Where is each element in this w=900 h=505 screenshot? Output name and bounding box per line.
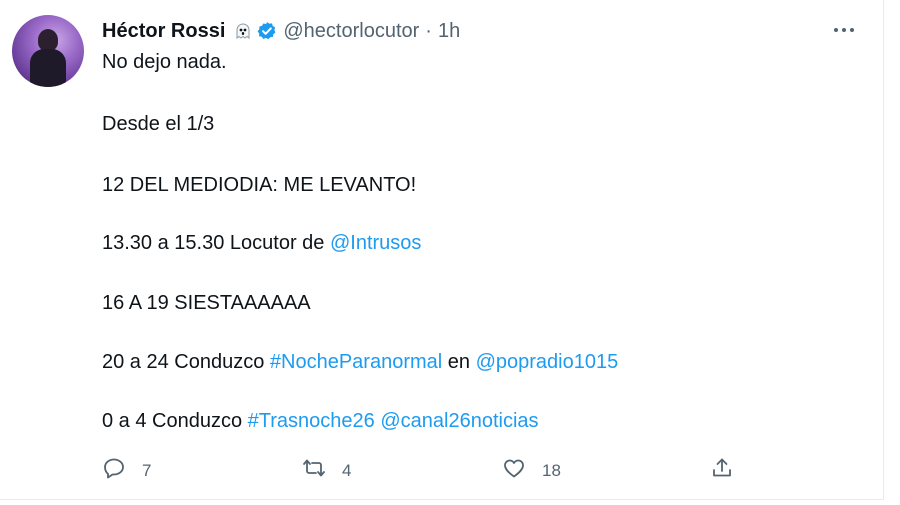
tweet-header: Héctor Rossi @hectorlocutor · 1h (102, 18, 460, 44)
mention-link[interactable]: @canal26noticias (380, 410, 538, 432)
line-text: 20 a 24 Conduzco (102, 351, 270, 373)
tweet-line-4: 13.30 a 15.30 Locutor de @Intrusos (102, 233, 421, 253)
avatar[interactable] (12, 15, 84, 87)
reply-button[interactable]: 7 (102, 456, 151, 485)
tweet-line-7: 0 a 4 Conduzco #Trasnoche26 @canal26noti… (102, 411, 539, 431)
tweet-line-1: No dejo nada. (102, 51, 227, 73)
like-icon (502, 456, 526, 485)
tweet-line-3: 12 DEL MEDIODIA: ME LEVANTO! (102, 174, 417, 196)
line-text: 0 a 4 Conduzco (102, 410, 248, 432)
more-dots-icon[interactable] (830, 22, 858, 38)
author-name[interactable]: Héctor Rossi (102, 20, 225, 43)
share-icon (710, 456, 734, 485)
line-text: en (442, 351, 476, 373)
avatar-body (30, 49, 66, 87)
share-button[interactable] (710, 456, 734, 485)
ghost-icon (233, 21, 253, 41)
mention-link[interactable]: @popradio1015 (476, 351, 619, 373)
hashtag-link[interactable]: #Trasnoche26 (248, 410, 375, 432)
like-count: 18 (542, 460, 561, 480)
avatar-head (38, 29, 58, 51)
retweet-count: 4 (342, 460, 352, 480)
retweet-button[interactable]: 4 (302, 456, 351, 485)
hashtag-link[interactable]: #NocheParanormal (270, 351, 442, 373)
mention-link[interactable]: @Intrusos (330, 232, 421, 254)
tweet-line-6: 20 a 24 Conduzco #NocheParanormal en @po… (102, 352, 618, 372)
verified-badge-icon (257, 21, 277, 41)
reply-icon (102, 456, 126, 485)
line-text: 13.30 a 15.30 Locutor de (102, 232, 330, 254)
reply-count: 7 (142, 460, 152, 480)
like-button[interactable]: 18 (502, 456, 561, 485)
tweet-card[interactable]: Héctor Rossi @hectorlocutor · 1h No dejo… (0, 0, 884, 500)
tweet-line-5: 16 A 19 SIESTAAAAAA (102, 292, 311, 314)
tweet-line-2: Desde el 1/3 (102, 113, 215, 135)
retweet-icon (302, 456, 326, 485)
author-handle[interactable]: @hectorlocutor (283, 20, 419, 43)
separator-dot: · (425, 19, 432, 42)
tweet-timestamp[interactable]: 1h (438, 20, 460, 43)
